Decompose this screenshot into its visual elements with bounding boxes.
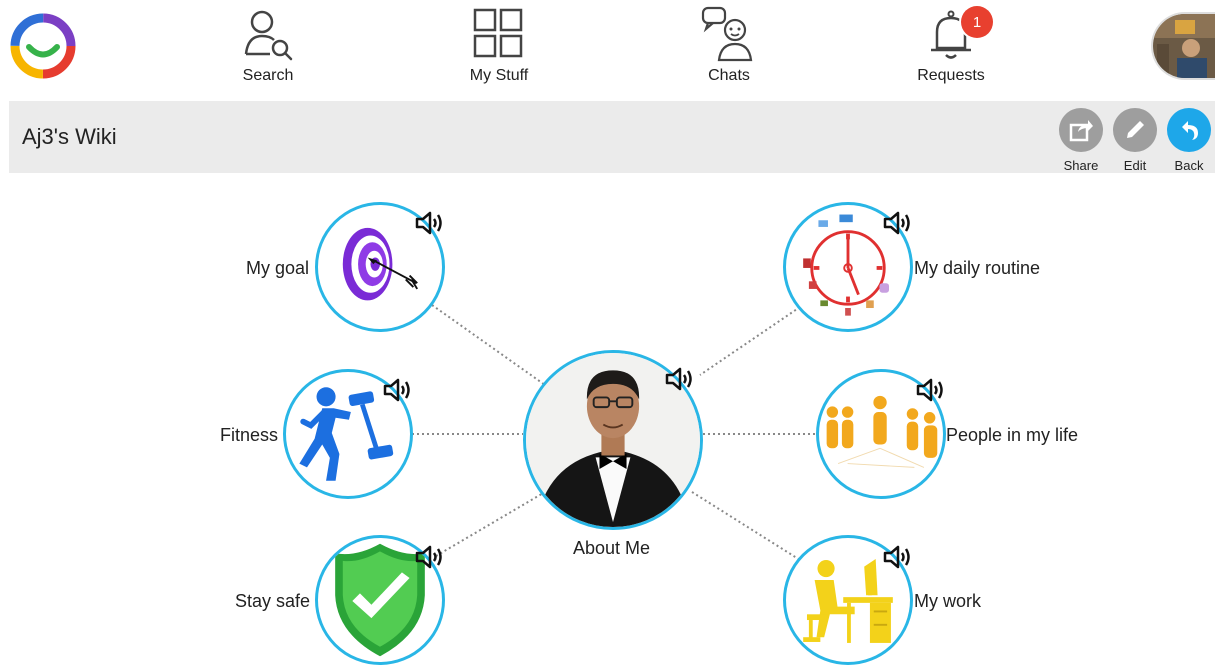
speaker-icon-stay-safe[interactable]: [414, 545, 444, 569]
about-me-label: About Me: [573, 538, 651, 558]
my-work-label: My work: [914, 591, 981, 611]
speaker-icon-about-me[interactable]: [664, 367, 694, 391]
people-in-my-life-label: People in my life: [946, 425, 1079, 445]
speaker-icon-my-daily-routine[interactable]: [882, 211, 912, 235]
my-goal-label: My goal: [246, 258, 310, 278]
stay-safe-label: Stay safe: [235, 591, 311, 611]
speaker-icon-my-goal[interactable]: [414, 211, 444, 235]
fitness-label: Fitness: [220, 425, 279, 445]
speaker-icon-fitness[interactable]: [382, 378, 412, 402]
mind-map-connectors: [412, 304, 818, 561]
speaker-icon-people-in-my-life[interactable]: [915, 378, 945, 402]
speaker-icon-my-work[interactable]: [882, 545, 912, 569]
my-daily-routine-label: My daily routine: [914, 258, 1041, 278]
